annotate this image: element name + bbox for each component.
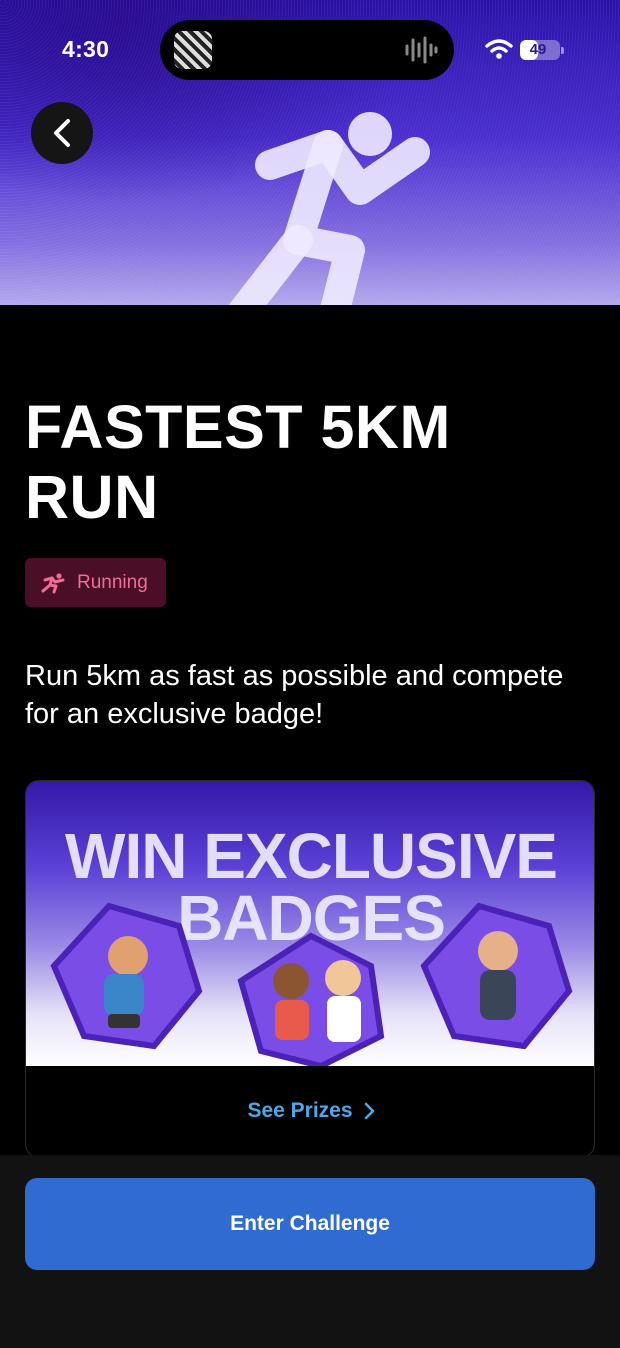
badge-right bbox=[420, 902, 573, 1050]
battery-level: 49 bbox=[529, 41, 547, 58]
bottom-action-bar: Enter Challenge bbox=[0, 1155, 620, 1348]
see-prizes-link[interactable]: See Prizes bbox=[26, 1086, 594, 1136]
status-time: 4:30 bbox=[62, 36, 110, 62]
prize-banner: WIN EXCLUSIVE BADGES bbox=[26, 781, 594, 1066]
running-person-icon bbox=[41, 572, 65, 593]
battery-tip bbox=[561, 47, 564, 54]
category-tag[interactable]: Running bbox=[25, 558, 166, 607]
prize-card[interactable]: WIN EXCLUSIVE BADGES See Prizes bbox=[25, 780, 595, 1158]
see-prizes-label: See Prizes bbox=[247, 1099, 353, 1122]
running-person-icon bbox=[228, 112, 430, 305]
back-button[interactable] bbox=[31, 102, 93, 164]
enter-challenge-label: Enter Challenge bbox=[230, 1212, 390, 1235]
wifi-icon bbox=[485, 39, 513, 59]
category-tag-label: Running bbox=[77, 571, 148, 593]
dynamic-island bbox=[160, 20, 454, 80]
audio-waveform-icon bbox=[405, 36, 438, 64]
enter-challenge-button[interactable]: Enter Challenge bbox=[25, 1178, 595, 1270]
now-playing-artwork bbox=[174, 31, 212, 69]
challenge-title: FASTEST 5KM RUN bbox=[25, 393, 451, 531]
chevron-left-icon bbox=[54, 119, 70, 147]
badge-left bbox=[50, 902, 203, 1050]
challenge-description: Run 5km as fast as possible and compete … bbox=[25, 660, 564, 730]
chevron-right-icon bbox=[364, 1102, 374, 1120]
battery-indicator: 49 bbox=[520, 40, 564, 60]
badge-illustrations bbox=[50, 902, 573, 1066]
badge-center bbox=[237, 932, 385, 1066]
